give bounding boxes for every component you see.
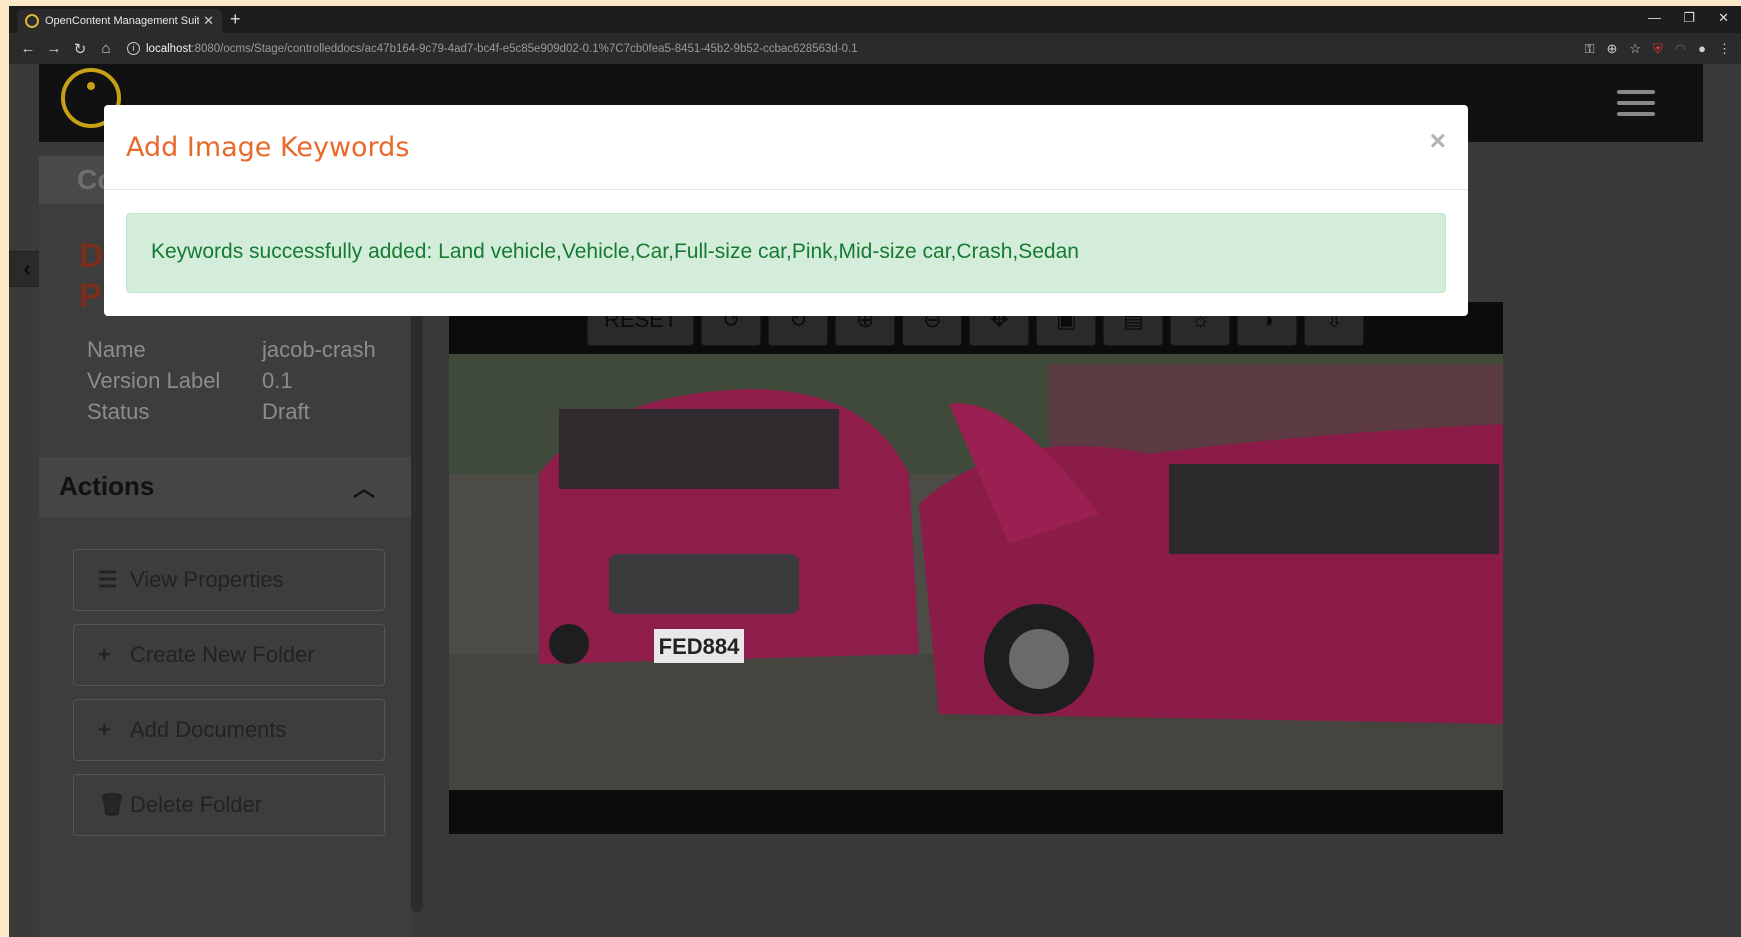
success-alert: Keywords successfully added: Land vehicl… [126, 213, 1446, 293]
add-image-keywords-modal: Add Image Keywords × Keywords successful… [104, 105, 1468, 316]
modal-header: Add Image Keywords × [104, 105, 1468, 190]
close-icon[interactable]: × [1430, 125, 1446, 157]
modal-title: Add Image Keywords [126, 132, 410, 163]
